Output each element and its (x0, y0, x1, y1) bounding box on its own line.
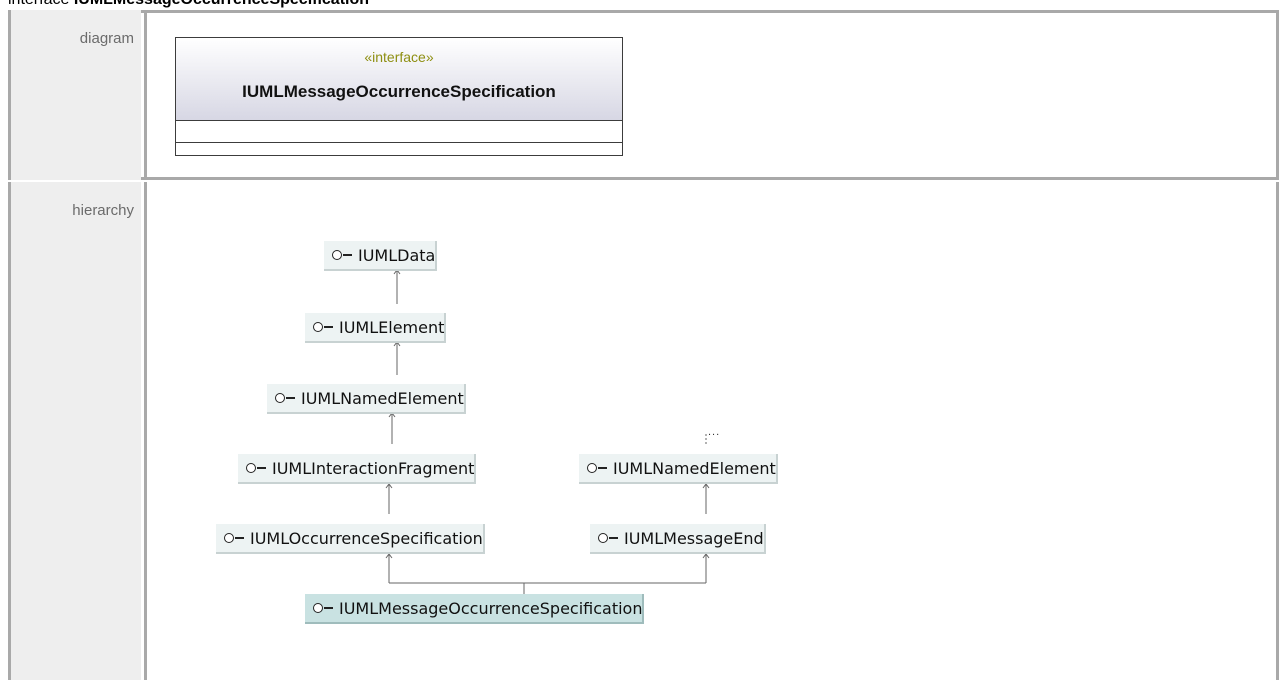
diagram-row: diagram «interface» IUMLMessageOccurrenc… (8, 10, 1279, 180)
node-label: IUMLMessageEnd (624, 528, 764, 548)
page-title-name: IUMLMessageOccurrenceSpecification (74, 0, 369, 8)
node-iumlnamedelement[interactable]: IUMLNamedElement (267, 384, 466, 414)
interface-icon (332, 249, 354, 261)
node-iumlelement[interactable]: IUMLElement (305, 313, 447, 343)
node-iumlnamedelement-2[interactable]: IUMLNamedElement (579, 454, 778, 484)
uml-stereotype: «interface» (364, 49, 434, 65)
page-title: interface IUMLMessageOccurrenceSpecifica… (8, 0, 369, 9)
node-label: IUMLOccurrenceSpecification (250, 528, 483, 548)
hierarchy-row: hierarchy ... IUMLData IUMLElement IUMLN… (8, 182, 1279, 680)
interface-icon (224, 532, 246, 544)
node-iumloccurrencespecification[interactable]: IUMLOccurrenceSpecification (216, 524, 485, 554)
interface-icon (313, 602, 335, 614)
node-label: IUMLNamedElement (613, 458, 776, 478)
node-iumlmessageoccurrencespecification[interactable]: IUMLMessageOccurrenceSpecification (305, 594, 645, 624)
interface-icon (313, 321, 335, 333)
node-iumlinteractionfragment[interactable]: IUMLInteractionFragment (238, 454, 477, 484)
uml-class-box[interactable]: «interface» IUMLMessageOccurrenceSpecifi… (175, 37, 623, 156)
interface-icon (587, 462, 609, 474)
diagram-label: diagram (8, 10, 141, 180)
node-iumlmessageend[interactable]: IUMLMessageEnd (590, 524, 766, 554)
node-label: IUMLElement (339, 317, 445, 337)
node-iumldata[interactable]: IUMLData (324, 241, 438, 271)
page-title-prefix: interface (8, 0, 74, 8)
node-label: IUMLData (358, 245, 436, 265)
interface-icon (598, 532, 620, 544)
interface-icon (275, 392, 297, 404)
uml-class-name: IUMLMessageOccurrenceSpecification (242, 82, 556, 101)
node-label: IUMLNamedElement (301, 388, 464, 408)
uml-operations-compartment (176, 142, 622, 143)
uml-class-header: «interface» IUMLMessageOccurrenceSpecifi… (176, 38, 622, 121)
node-label: IUMLInteractionFragment (272, 458, 475, 478)
node-label: IUMLMessageOccurrenceSpecification (339, 598, 643, 618)
truncated-marker: ... (708, 426, 721, 438)
doc-table: diagram «interface» IUMLMessageOccurrenc… (8, 10, 1279, 680)
interface-icon (246, 462, 268, 474)
